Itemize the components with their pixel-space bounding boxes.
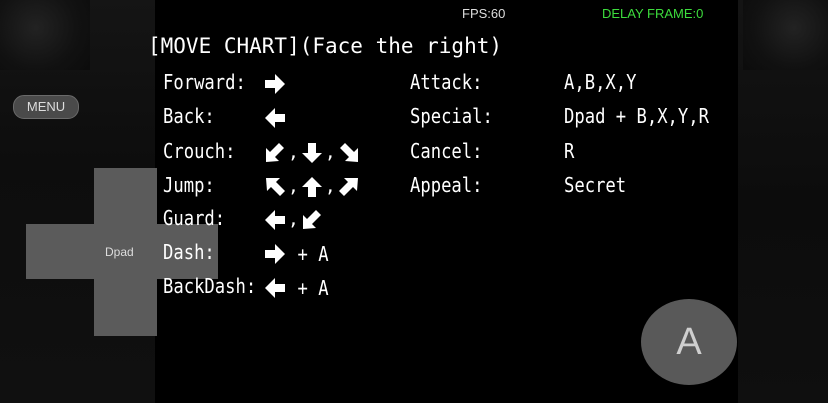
- special-buttons-value: Dpad + B,X,Y,R: [564, 104, 709, 128]
- move-label-cancel: Cancel:: [410, 139, 483, 163]
- player2-portrait: [743, 0, 828, 70]
- jump-inputs: , ,: [263, 173, 361, 201]
- delay-frame-indicator: DELAY FRAME:0: [602, 6, 704, 21]
- cancel-buttons-value: R: [564, 139, 575, 163]
- down-arrow-icon: [300, 141, 324, 165]
- dpad-label: Dpad: [105, 245, 134, 259]
- move-label-appeal: Appeal:: [410, 173, 483, 197]
- down-left-arrow-icon: [263, 141, 287, 165]
- right-arrow-icon: [263, 72, 287, 96]
- dash-inputs: + A: [263, 240, 331, 268]
- move-label-attack: Attack:: [410, 70, 483, 94]
- move-label-dash: Dash:: [163, 240, 215, 264]
- left-arrow-icon: [263, 106, 287, 130]
- move-label-backdash: BackDash:: [163, 274, 257, 298]
- down-right-arrow-icon: [337, 141, 361, 165]
- dash-suffix: + A: [297, 242, 329, 266]
- right-arrow-icon: [263, 242, 287, 266]
- backdash-suffix: + A: [297, 276, 329, 300]
- backdash-inputs: + A: [263, 274, 331, 302]
- up-right-arrow-icon: [337, 175, 361, 199]
- input-separator: ,: [324, 176, 336, 197]
- move-label-back: Back:: [163, 104, 215, 128]
- input-separator: ,: [288, 176, 299, 197]
- move-label-jump: Jump:: [163, 173, 215, 197]
- up-arrow-icon: [300, 175, 324, 199]
- move-chart-title: [MOVE CHART](Face the right): [148, 34, 503, 58]
- fps-counter: FPS:60: [462, 6, 506, 21]
- input-separator: ,: [288, 142, 299, 163]
- crouch-inputs: , ,: [263, 139, 361, 167]
- input-separator: ,: [324, 142, 336, 163]
- guard-inputs: ,: [263, 206, 324, 234]
- left-arrow-icon: [263, 276, 287, 300]
- player1-portrait: [0, 0, 90, 70]
- move-label-guard: Guard:: [163, 206, 226, 230]
- up-left-arrow-icon: [263, 175, 287, 199]
- input-separator: ,: [288, 209, 299, 230]
- left-arrow-icon: [263, 208, 287, 232]
- down-left-arrow-icon: [300, 208, 324, 232]
- appeal-buttons-value: Secret: [564, 173, 627, 197]
- a-button[interactable]: A: [641, 299, 737, 385]
- menu-button[interactable]: MENU: [13, 95, 79, 119]
- back-inputs: [263, 104, 287, 132]
- move-label-forward: Forward:: [163, 70, 246, 94]
- attack-buttons-value: A,B,X,Y: [564, 70, 637, 94]
- move-label-special: Special:: [410, 104, 493, 128]
- forward-inputs: [263, 70, 287, 98]
- move-label-crouch: Crouch:: [163, 139, 236, 163]
